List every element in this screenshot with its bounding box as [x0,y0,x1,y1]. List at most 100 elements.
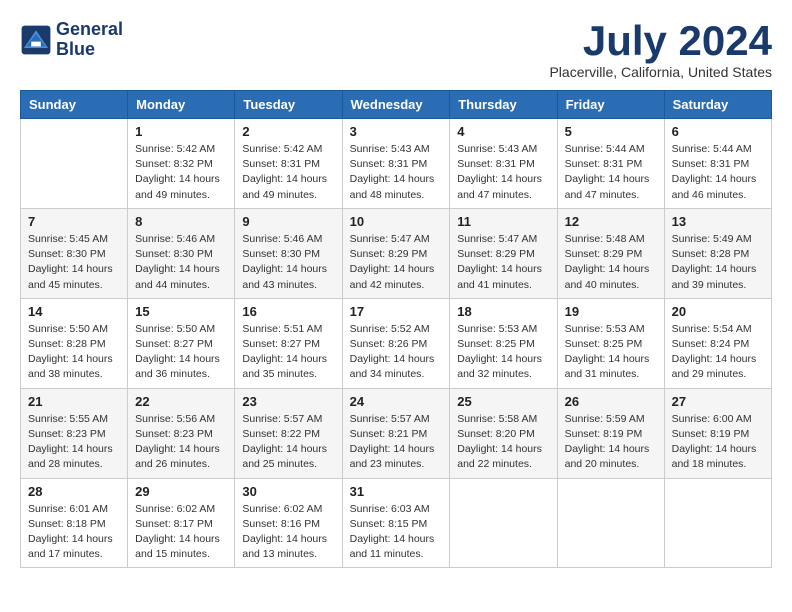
day-info: Sunrise: 5:50 AM Sunset: 8:27 PM Dayligh… [135,322,227,383]
calendar-cell: 26 Sunrise: 5:59 AM Sunset: 8:19 PM Dayli… [557,388,664,478]
calendar-cell: 12 Sunrise: 5:48 AM Sunset: 8:29 PM Dayli… [557,208,664,298]
day-info: Sunrise: 5:43 AM Sunset: 8:31 PM Dayligh… [350,142,443,203]
day-number: 28 [28,484,120,499]
calendar-week-row: 1Sunrise: 5:42 AM Sunset: 8:32 PM Daylig… [21,119,772,209]
day-number: 27 [672,394,764,409]
day-number: 5 [565,124,657,139]
calendar-week-row: 21Sunrise: 5:55 AM Sunset: 8:23 PM Dayli… [21,388,772,478]
calendar-cell: 3 Sunrise: 5:43 AM Sunset: 8:31 PM Daylig… [342,119,450,209]
day-number: 12 [565,214,657,229]
calendar-cell: 13 Sunrise: 5:49 AM Sunset: 8:28 PM Dayli… [664,208,771,298]
day-number: 13 [672,214,764,229]
day-number: 6 [672,124,764,139]
day-number: 9 [242,214,334,229]
day-number: 29 [135,484,227,499]
calendar-cell [21,119,128,209]
day-info: Sunrise: 6:02 AM Sunset: 8:16 PM Dayligh… [242,502,334,563]
title-block: July 2024 Placerville, California, Unite… [549,20,772,80]
page-header: General Blue July 2024 Placerville, Cali… [20,20,772,80]
day-info: Sunrise: 5:47 AM Sunset: 8:29 PM Dayligh… [457,232,549,293]
day-info: Sunrise: 5:57 AM Sunset: 8:22 PM Dayligh… [242,412,334,473]
day-number: 3 [350,124,443,139]
calendar-cell [557,478,664,568]
day-info: Sunrise: 6:03 AM Sunset: 8:15 PM Dayligh… [350,502,443,563]
day-info: Sunrise: 5:48 AM Sunset: 8:29 PM Dayligh… [565,232,657,293]
calendar-week-row: 14Sunrise: 5:50 AM Sunset: 8:28 PM Dayli… [21,298,772,388]
calendar-cell: 23 Sunrise: 5:57 AM Sunset: 8:22 PM Dayli… [235,388,342,478]
calendar-cell: 10 Sunrise: 5:47 AM Sunset: 8:29 PM Dayli… [342,208,450,298]
day-info: Sunrise: 5:58 AM Sunset: 8:20 PM Dayligh… [457,412,549,473]
calendar-cell: 14Sunrise: 5:50 AM Sunset: 8:28 PM Dayli… [21,298,128,388]
calendar-table: SundayMondayTuesdayWednesdayThursdayFrid… [20,90,772,568]
day-number: 15 [135,304,227,319]
day-info: Sunrise: 5:46 AM Sunset: 8:30 PM Dayligh… [135,232,227,293]
calendar-cell: 16 Sunrise: 5:51 AM Sunset: 8:27 PM Dayli… [235,298,342,388]
calendar-cell: 5 Sunrise: 5:44 AM Sunset: 8:31 PM Daylig… [557,119,664,209]
calendar-cell: 22Sunrise: 5:56 AM Sunset: 8:23 PM Dayli… [128,388,235,478]
calendar-cell: 28 Sunrise: 6:01 AM Sunset: 8:18 PM Dayli… [21,478,128,568]
calendar-body: 1Sunrise: 5:42 AM Sunset: 8:32 PM Daylig… [21,119,772,568]
day-number: 23 [242,394,334,409]
day-info: Sunrise: 6:02 AM Sunset: 8:17 PM Dayligh… [135,502,227,563]
day-number: 10 [350,214,443,229]
day-of-week-header: Saturday [664,91,771,119]
calendar-week-row: 28 Sunrise: 6:01 AM Sunset: 8:18 PM Dayli… [21,478,772,568]
day-number: 11 [457,214,549,229]
calendar-cell: 2 Sunrise: 5:42 AM Sunset: 8:31 PM Daylig… [235,119,342,209]
day-of-week-header: Thursday [450,91,557,119]
day-info: Sunrise: 5:43 AM Sunset: 8:31 PM Dayligh… [457,142,549,203]
calendar-cell: 18Sunrise: 5:53 AM Sunset: 8:25 PM Dayli… [450,298,557,388]
day-info: Sunrise: 5:51 AM Sunset: 8:27 PM Dayligh… [242,322,334,383]
day-info: Sunrise: 5:49 AM Sunset: 8:28 PM Dayligh… [672,232,764,293]
day-info: Sunrise: 5:53 AM Sunset: 8:25 PM Dayligh… [565,322,657,383]
day-number: 18 [457,304,549,319]
calendar-cell: 25Sunrise: 5:58 AM Sunset: 8:20 PM Dayli… [450,388,557,478]
calendar-cell [664,478,771,568]
day-info: Sunrise: 5:46 AM Sunset: 8:30 PM Dayligh… [242,232,334,293]
day-number: 30 [242,484,334,499]
calendar-cell: 1Sunrise: 5:42 AM Sunset: 8:32 PM Daylig… [128,119,235,209]
day-of-week-header: Monday [128,91,235,119]
logo: General Blue [20,20,123,60]
calendar-cell: 9 Sunrise: 5:46 AM Sunset: 8:30 PM Daylig… [235,208,342,298]
location: Placerville, California, United States [549,64,772,80]
day-number: 26 [565,394,657,409]
logo-icon [20,24,52,56]
calendar-cell: 8 Sunrise: 5:46 AM Sunset: 8:30 PM Daylig… [128,208,235,298]
calendar-cell [450,478,557,568]
day-info: Sunrise: 5:56 AM Sunset: 8:23 PM Dayligh… [135,412,227,473]
day-info: Sunrise: 5:45 AM Sunset: 8:30 PM Dayligh… [28,232,120,293]
day-info: Sunrise: 5:57 AM Sunset: 8:21 PM Dayligh… [350,412,443,473]
day-number: 31 [350,484,443,499]
calendar-cell: 24 Sunrise: 5:57 AM Sunset: 8:21 PM Dayli… [342,388,450,478]
day-number: 16 [242,304,334,319]
calendar-cell: 7 Sunrise: 5:45 AM Sunset: 8:30 PM Daylig… [21,208,128,298]
day-number: 8 [135,214,227,229]
day-number: 17 [350,304,443,319]
calendar-cell: 21Sunrise: 5:55 AM Sunset: 8:23 PM Dayli… [21,388,128,478]
day-number: 24 [350,394,443,409]
day-info: Sunrise: 5:55 AM Sunset: 8:23 PM Dayligh… [28,412,120,473]
day-info: Sunrise: 5:47 AM Sunset: 8:29 PM Dayligh… [350,232,443,293]
calendar-header-row: SundayMondayTuesdayWednesdayThursdayFrid… [21,91,772,119]
day-number: 20 [672,304,764,319]
day-number: 4 [457,124,549,139]
calendar-cell: 30 Sunrise: 6:02 AM Sunset: 8:16 PM Dayli… [235,478,342,568]
day-of-week-header: Sunday [21,91,128,119]
day-info: Sunrise: 5:44 AM Sunset: 8:31 PM Dayligh… [672,142,764,203]
day-info: Sunrise: 6:00 AM Sunset: 8:19 PM Dayligh… [672,412,764,473]
calendar-cell: 11 Sunrise: 5:47 AM Sunset: 8:29 PM Dayli… [450,208,557,298]
calendar-cell: 20Sunrise: 5:54 AM Sunset: 8:24 PM Dayli… [664,298,771,388]
day-info: Sunrise: 5:52 AM Sunset: 8:26 PM Dayligh… [350,322,443,383]
calendar-cell: 31 Sunrise: 6:03 AM Sunset: 8:15 PM Dayli… [342,478,450,568]
day-info: Sunrise: 5:59 AM Sunset: 8:19 PM Dayligh… [565,412,657,473]
calendar-cell: 27 Sunrise: 6:00 AM Sunset: 8:19 PM Dayli… [664,388,771,478]
day-number: 7 [28,214,120,229]
day-info: Sunrise: 5:42 AM Sunset: 8:31 PM Dayligh… [242,142,334,203]
day-info: Sunrise: 6:01 AM Sunset: 8:18 PM Dayligh… [28,502,120,563]
day-number: 2 [242,124,334,139]
day-info: Sunrise: 5:44 AM Sunset: 8:31 PM Dayligh… [565,142,657,203]
day-number: 19 [565,304,657,319]
calendar-cell: 29 Sunrise: 6:02 AM Sunset: 8:17 PM Dayli… [128,478,235,568]
day-number: 1 [135,124,227,139]
